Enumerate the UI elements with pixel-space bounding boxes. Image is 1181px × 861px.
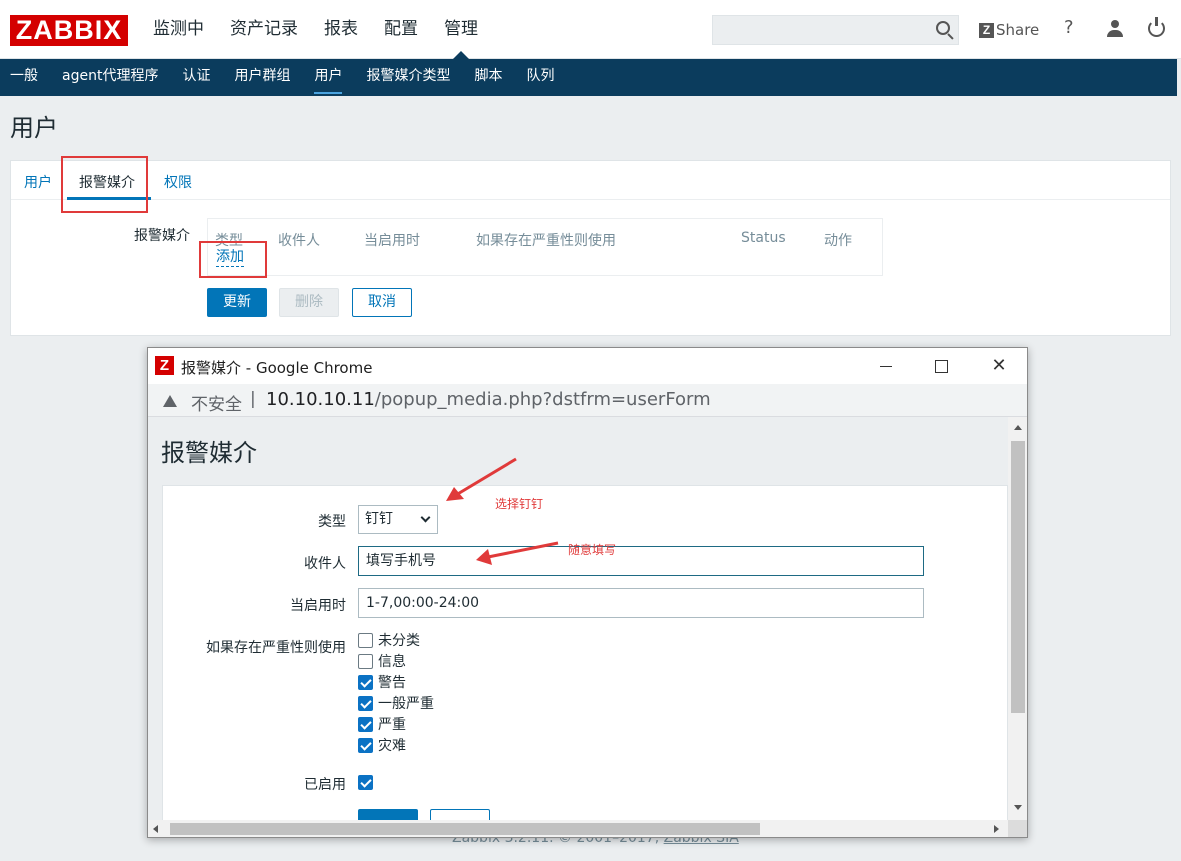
col-status: Status (741, 230, 786, 246)
media-field-label: 报警媒介 (134, 228, 190, 244)
search-icon[interactable] (936, 21, 950, 35)
nav-reports[interactable]: 报表 (311, 0, 371, 58)
tab-bar: 用户 报警媒介 权限 (11, 161, 1170, 200)
url-host: 10.10.10.11 (266, 389, 375, 410)
zabbix-logo[interactable]: ZABBIX (10, 15, 128, 46)
logout-power-icon[interactable] (1148, 17, 1165, 37)
url-path: /popup_media.php?dstfrm=userForm (374, 389, 711, 410)
tab-permissions[interactable]: 权限 (164, 172, 192, 192)
user-icon-head (1111, 20, 1119, 28)
nav-configuration[interactable]: 配置 (371, 0, 431, 58)
not-secure-label: 不安全 (191, 395, 242, 415)
col-action: 动作 (824, 233, 852, 249)
highlight-box-add-link (199, 241, 267, 278)
delete-button: 删除 (279, 288, 339, 317)
scrollbar-corner (1008, 820, 1027, 837)
minimize-icon[interactable] (872, 354, 902, 378)
window-titlebar: Z 报警媒介 - Google Chrome ✕ (148, 348, 1027, 384)
scroll-up-icon[interactable] (1014, 425, 1022, 430)
warning-triangle-icon (163, 395, 177, 407)
col-severity: 如果存在严重性则使用 (476, 233, 616, 249)
subnav-queue[interactable]: 队列 (514, 59, 566, 96)
address-url[interactable]: 10.10.10.11/popup_media.php?dstfrm=userF… (266, 389, 711, 410)
popup-chrome-window: Z 报警媒介 - Google Chrome ✕ 不安全 | 10.10.10.… (147, 347, 1028, 838)
arrowhead-icon (446, 487, 464, 501)
subnav-scripts[interactable]: 脚本 (462, 59, 514, 96)
col-when-active: 当启用时 (364, 233, 420, 249)
tab-user[interactable]: 用户 (24, 172, 52, 192)
subnav-authentication[interactable]: 认证 (170, 59, 222, 96)
address-bar[interactable]: 不安全 | 10.10.10.11/popup_media.php?dstfrm… (148, 384, 1027, 417)
zabbix-favicon-icon: Z (155, 356, 174, 375)
subnav-user-groups[interactable]: 用户群组 (222, 59, 302, 96)
nav-inventory[interactable]: 资产记录 (217, 0, 311, 58)
search-input[interactable] (712, 15, 959, 45)
address-separator: | (250, 389, 256, 409)
vertical-scrollbar[interactable] (1008, 417, 1027, 820)
user-icon-body (1107, 30, 1123, 37)
highlight-box-media-tab (61, 156, 148, 213)
subnav-users[interactable]: 用户 (302, 59, 354, 96)
arrow-to-sendto-input (487, 541, 559, 559)
window-title: 报警媒介 - Google Chrome (181, 359, 373, 377)
scroll-left-icon[interactable] (153, 825, 158, 833)
page-title: 用户 (10, 114, 58, 142)
user-profile-icon[interactable] (1106, 20, 1124, 38)
popup-content: 报警媒介 类型 钉钉 收件人 填写手机号 当启用时 1-7,00:00-24:0… (148, 417, 1008, 820)
arrowhead-icon (476, 549, 492, 565)
horizontal-scrollbar[interactable] (148, 820, 1008, 837)
top-header: ZABBIX 监测中 资产记录 报表 配置 管理 Z Share ? (0, 0, 1181, 59)
help-button[interactable]: ? (1064, 17, 1074, 38)
cancel-button[interactable]: 取消 (352, 288, 412, 317)
sub-nav: 一般 agent代理程序 认证 用户群组 用户 报警媒介类型 脚本 队列 (0, 59, 1177, 96)
close-icon[interactable]: ✕ (984, 354, 1014, 378)
update-button[interactable]: 更新 (207, 288, 267, 317)
annotation-arrows (446, 457, 559, 565)
main-nav: 监测中 资产记录 报表 配置 管理 (140, 0, 491, 59)
arrow-to-type-select (455, 457, 517, 497)
col-sendto: 收件人 (278, 233, 320, 249)
share-label: Share (996, 21, 1040, 39)
scroll-right-icon[interactable] (994, 825, 999, 833)
scroll-down-icon[interactable] (1014, 805, 1022, 810)
share-button[interactable]: Z Share (979, 19, 1039, 41)
nav-monitoring[interactable]: 监测中 (140, 0, 217, 58)
maximize-icon[interactable] (927, 354, 957, 378)
nav-administration[interactable]: 管理 (431, 0, 491, 59)
user-form-card: 用户 报警媒介 权限 报警媒介 类型 收件人 当启用时 如果存在严重性则使用 S… (10, 156, 1171, 336)
subnav-general[interactable]: 一般 (0, 59, 50, 96)
vertical-scroll-thumb[interactable] (1011, 441, 1025, 713)
subnav-media-types[interactable]: 报警媒介类型 (354, 59, 462, 96)
horizontal-scroll-thumb[interactable] (170, 823, 760, 835)
share-logo-icon: Z (979, 22, 994, 38)
subnav-proxies[interactable]: agent代理程序 (50, 59, 170, 96)
media-table: 类型 收件人 当启用时 如果存在严重性则使用 Status 动作 添加 (207, 218, 883, 276)
